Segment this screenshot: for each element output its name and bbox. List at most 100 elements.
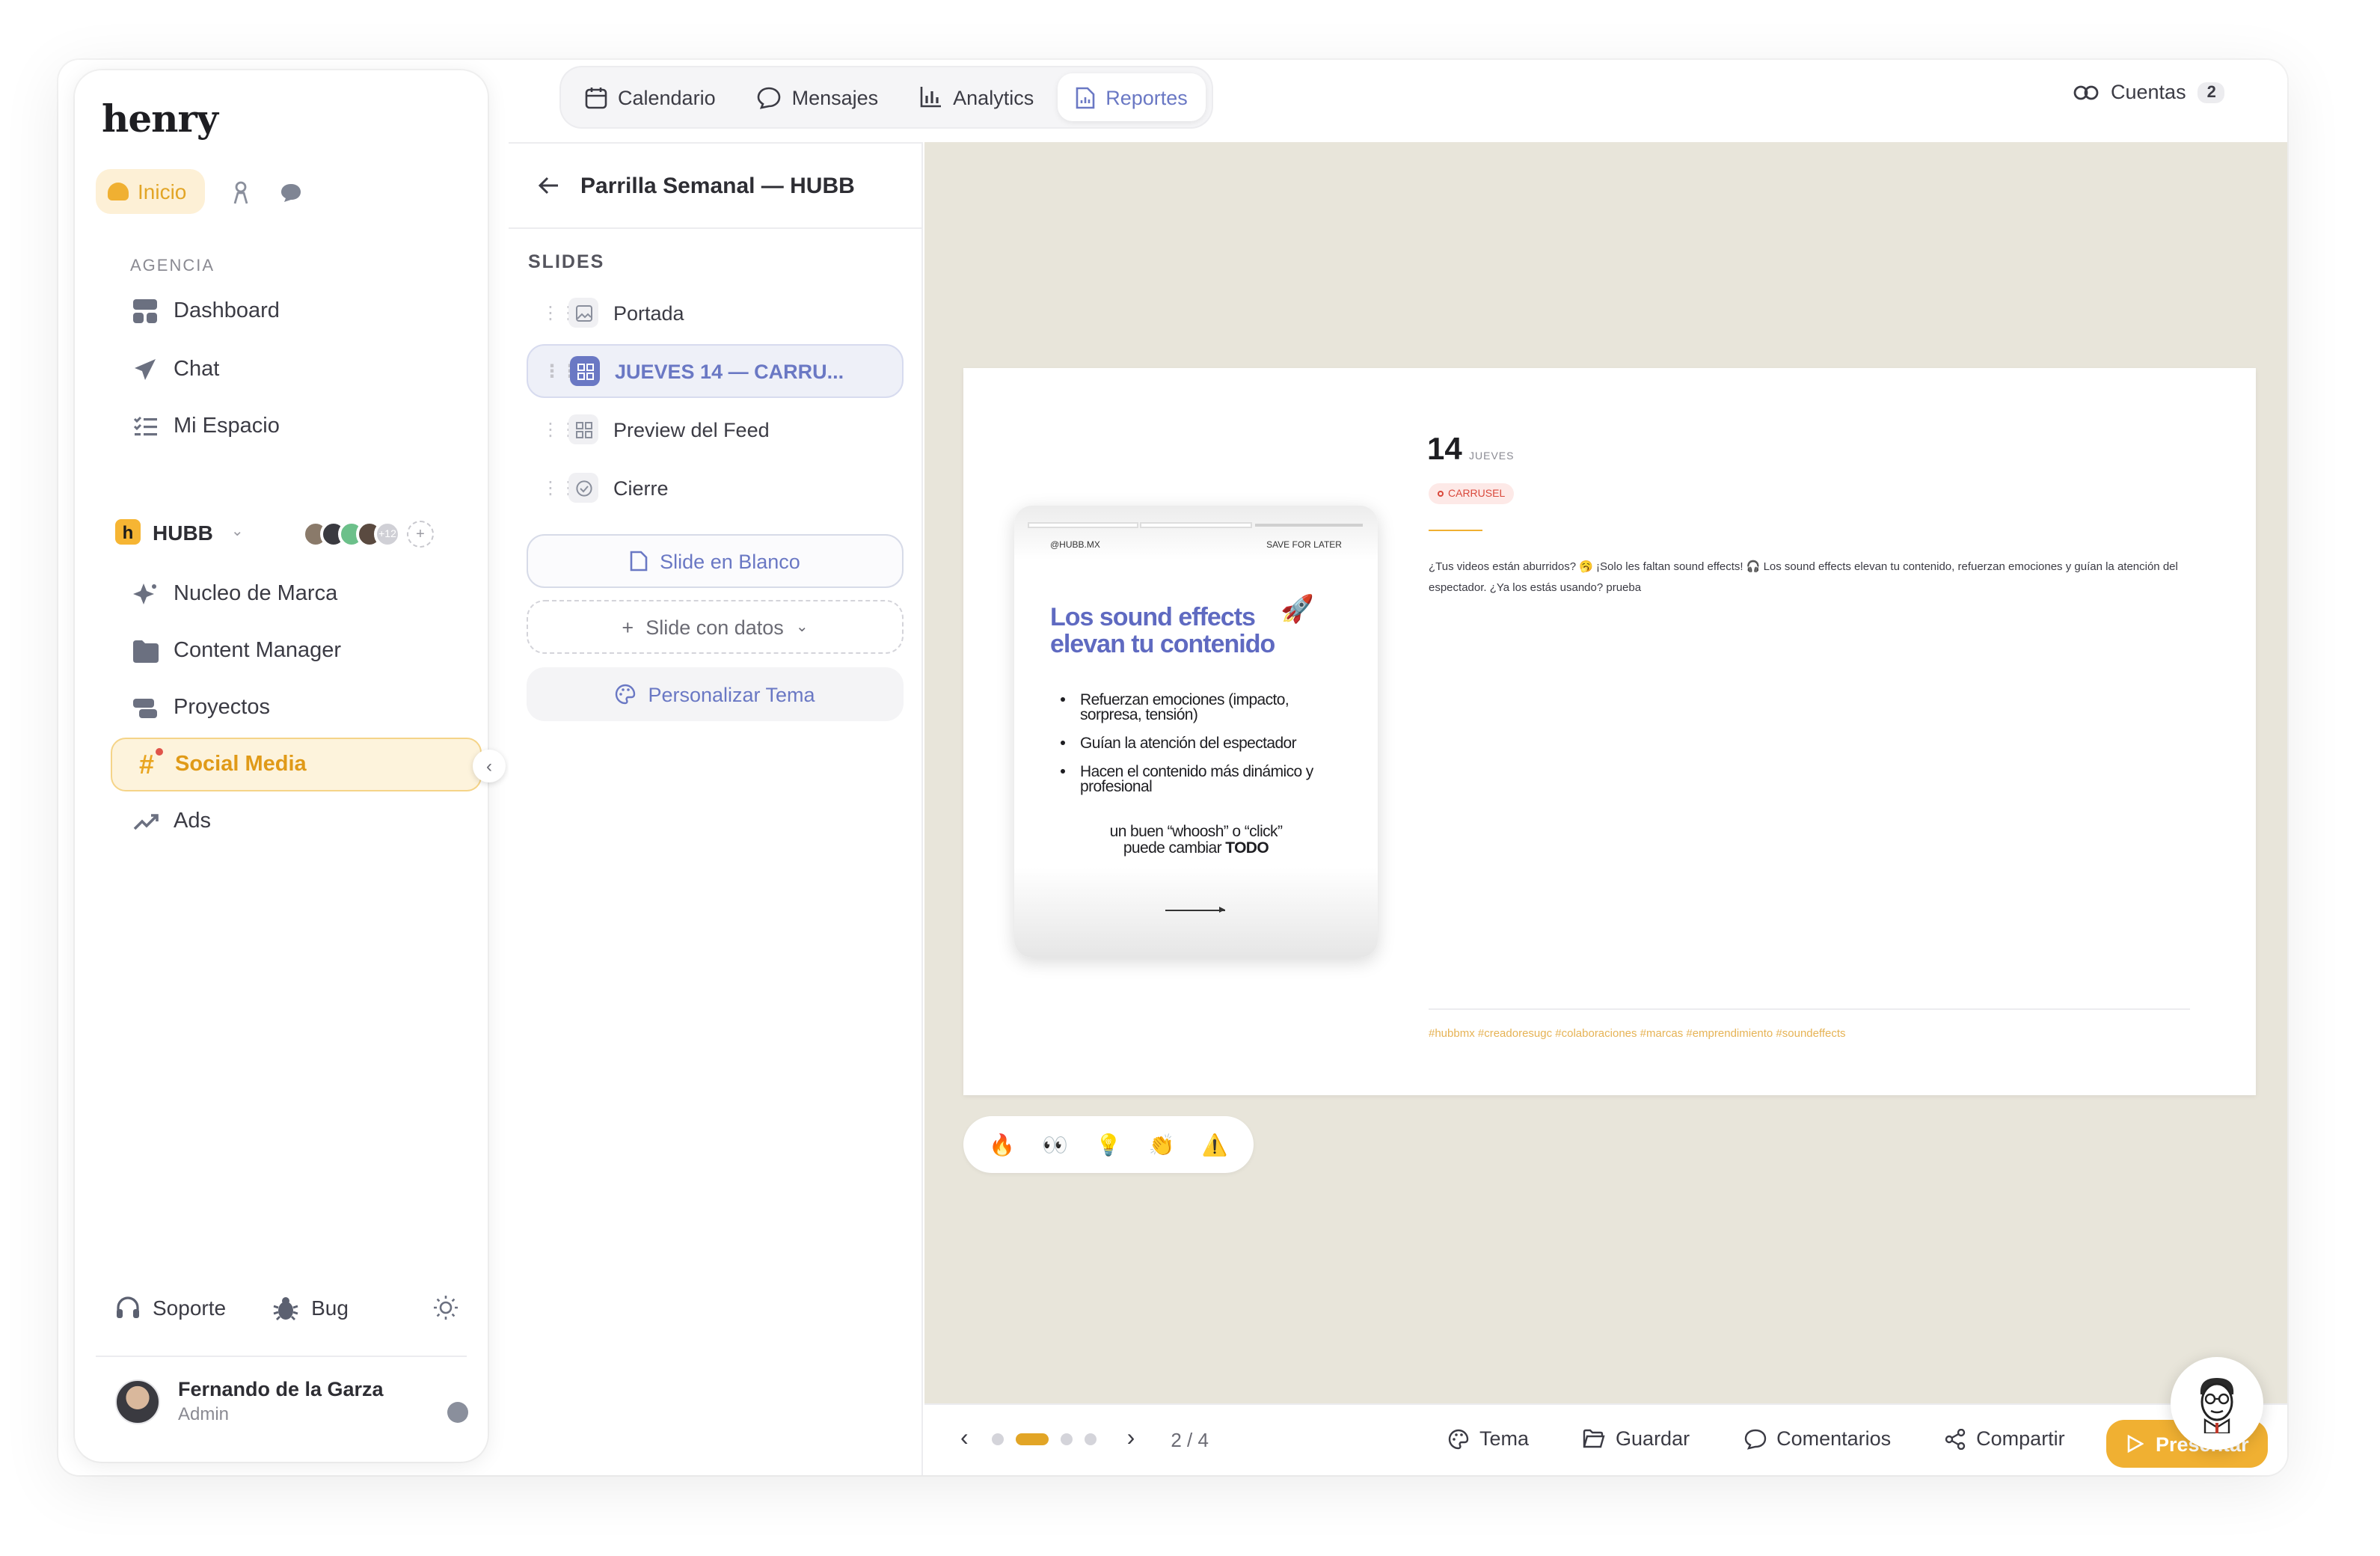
chevron-left-icon: ‹ [486, 756, 492, 777]
sidebar-item-mi-espacio[interactable]: Mi Espacio [111, 399, 482, 453]
add-data-slide-button[interactable]: + Slide con datos ⌄ [527, 600, 904, 654]
bar-chart-icon [920, 87, 942, 108]
section-label-agencia: AGENCIA [130, 257, 215, 275]
theme-toggle-sun-icon[interactable] [432, 1294, 459, 1321]
customize-theme-button[interactable]: Personalizar Tema [527, 667, 904, 721]
sidebar-item-label: Dashboard [174, 299, 280, 323]
panel-header: Parrilla Semanal — HUBB [509, 144, 923, 229]
tab-mensajes[interactable]: Mensajes [740, 73, 897, 121]
slide-list-item-active[interactable]: ⋮⋮ JUEVES 14 — CARRU... [527, 344, 904, 398]
support-link[interactable]: Soporte [115, 1296, 226, 1320]
sidebar-item-dashboard[interactable]: Dashboard [111, 284, 482, 338]
page-dot-active[interactable] [1016, 1433, 1049, 1445]
post-save-label: SAVE FOR LATER [1266, 542, 1342, 551]
workspace-name: HUBB [153, 520, 213, 544]
user-profile[interactable]: Fernando de la Garza Admin [115, 1378, 384, 1424]
sidebar-item-nucleo-de-marca[interactable]: Nucleo de Marca [111, 567, 482, 621]
save-button[interactable]: Guardar [1583, 1427, 1690, 1450]
back-arrow-icon[interactable] [539, 177, 559, 194]
person-icon[interactable] [229, 181, 253, 205]
reaction-bulb[interactable]: 💡 [1096, 1132, 1122, 1157]
tab-analytics[interactable]: Analytics [902, 73, 1052, 121]
post-bullets: Refuerzan emociones (impacto, sorpresa, … [1080, 693, 1349, 808]
dashboard-icon [132, 298, 159, 325]
accent-divider [1429, 530, 1482, 531]
post-headline-line2: elevan tu contenido [1050, 630, 1275, 658]
user-menu-button[interactable] [447, 1402, 468, 1423]
page-dot[interactable] [992, 1433, 1005, 1445]
sidebar-divider [96, 1356, 467, 1357]
button-label: Tema [1479, 1427, 1530, 1450]
slide-list-item[interactable]: ⋮⋮ Preview del Feed [527, 402, 904, 456]
next-slide-button[interactable]: › [1127, 1426, 1135, 1453]
button-label: Slide en Blanco [660, 550, 800, 572]
post-footer-bold: TODO [1225, 839, 1269, 857]
sidebar-item-label: Nucleo de Marca [174, 582, 338, 606]
mascot-face-icon [2200, 1378, 2234, 1433]
sidebar: henry Inicio AGENCIA Dashboard Chat Mi E… [75, 70, 488, 1462]
add-member-button[interactable]: + [407, 521, 434, 548]
page-indicator: 2 / 4 [1171, 1428, 1209, 1451]
tab-reportes[interactable]: Reportes [1058, 73, 1206, 121]
sidebar-collapse-button[interactable]: ‹ [473, 750, 506, 782]
accounts-count-badge: 2 [2197, 82, 2225, 102]
sidebar-item-label: Content Manager [174, 639, 342, 663]
post-bullet: Refuerzan emociones (impacto, sorpresa, … [1080, 693, 1349, 723]
share-button[interactable]: Compartir [1945, 1427, 2065, 1450]
page-dot[interactable] [1061, 1433, 1073, 1445]
sidebar-item-social-media[interactable]: # Social Media [111, 738, 482, 791]
reaction-clap[interactable]: 👏 [1149, 1132, 1175, 1157]
button-label: Guardar [1616, 1427, 1690, 1450]
slide-list-item[interactable]: ⋮⋮ Cierre [527, 461, 904, 515]
post-footer: un buen “whoosh” o “click” puede cambiar… [1014, 824, 1378, 857]
toolbar-actions: Tema Guardar Comentarios Compartir [1448, 1427, 2065, 1450]
sidebar-item-proyectos[interactable]: Proyectos [111, 681, 482, 735]
reaction-warning[interactable]: ⚠️ [1202, 1132, 1228, 1157]
sidebar-item-label: Proyectos [174, 696, 270, 720]
projects-icon [132, 694, 159, 721]
drag-handle-icon[interactable]: ⋮⋮ [542, 477, 577, 498]
app-root: henry Inicio AGENCIA Dashboard Chat Mi E… [0, 0, 2380, 1556]
assistant-mascot-button[interactable] [2171, 1357, 2263, 1450]
sidebar-item-label: Chat [174, 358, 220, 382]
accounts-button[interactable]: Cuentas 2 [2073, 81, 2225, 103]
prev-slide-button[interactable]: ‹ [960, 1426, 969, 1453]
chat-bubble-icon[interactable] [278, 181, 302, 205]
long-arrow-icon [1165, 907, 1225, 913]
grid-icon [570, 356, 600, 386]
slide-label: JUEVES 14 — CARRU... [615, 360, 844, 382]
inicio-button[interactable]: Inicio [96, 169, 205, 214]
workspace-selector[interactable]: h HUBB ⌄ [115, 519, 244, 545]
bug-report-link[interactable]: Bug [272, 1295, 349, 1320]
button-label: Comentarios [1776, 1427, 1892, 1450]
slide-list-item[interactable]: ⋮⋮ Portada [527, 286, 904, 340]
drag-handle-icon[interactable]: ⋮⋮ [542, 419, 577, 440]
inicio-label: Inicio [138, 180, 187, 203]
reaction-fire[interactable]: 🔥 [989, 1132, 1015, 1157]
add-blank-slide-button[interactable]: Slide en Blanco [527, 534, 904, 588]
check-circle-icon [568, 473, 598, 503]
workspace-members[interactable]: +12 + [302, 521, 434, 548]
post-footer-line1: un buen “whoosh” o “click” [1109, 823, 1283, 841]
day-number: 14 [1427, 432, 1462, 467]
share-icon [1945, 1428, 1966, 1449]
grid-icon [568, 414, 598, 444]
slide-preview[interactable]: @HUBB.MX SAVE FOR LATER Los sound effect… [963, 368, 2256, 1095]
drag-handle-icon[interactable]: ⋮⋮ [543, 361, 579, 382]
report-icon [1076, 86, 1095, 108]
checklist-icon [132, 413, 159, 440]
sidebar-item-ads[interactable]: Ads [111, 794, 482, 848]
page-dot[interactable] [1085, 1433, 1097, 1445]
reaction-eyes[interactable]: 👀 [1042, 1132, 1068, 1157]
app-logo[interactable]: henry [102, 97, 218, 141]
link-icon [2073, 85, 2099, 99]
sidebar-item-content-manager[interactable]: Content Manager [111, 624, 482, 678]
sidebar-item-chat[interactable]: Chat [111, 343, 482, 396]
drag-handle-icon[interactable]: ⋮⋮ [542, 302, 577, 323]
avatar [115, 1379, 160, 1424]
theme-button[interactable]: Tema [1448, 1427, 1529, 1450]
comments-button[interactable]: Comentarios [1743, 1427, 1891, 1450]
button-label: Slide con datos [645, 616, 784, 638]
tab-calendario[interactable]: Calendario [567, 73, 734, 121]
sidebar-item-label: Ads [174, 809, 211, 833]
